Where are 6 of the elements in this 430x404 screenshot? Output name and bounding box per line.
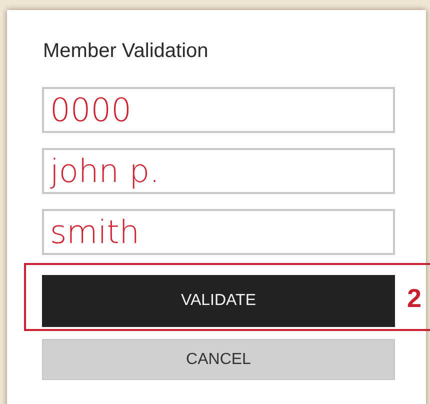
text-field[interactable]: 0000 [42,87,395,133]
validate-button[interactable]: VALIDATE [42,275,395,327]
cancel-button[interactable]: CANCEL [42,339,395,380]
text-field[interactable]: smith [42,209,395,255]
dialog-title: Member Validation [43,39,210,64]
callout-number: 2 [407,285,422,311]
